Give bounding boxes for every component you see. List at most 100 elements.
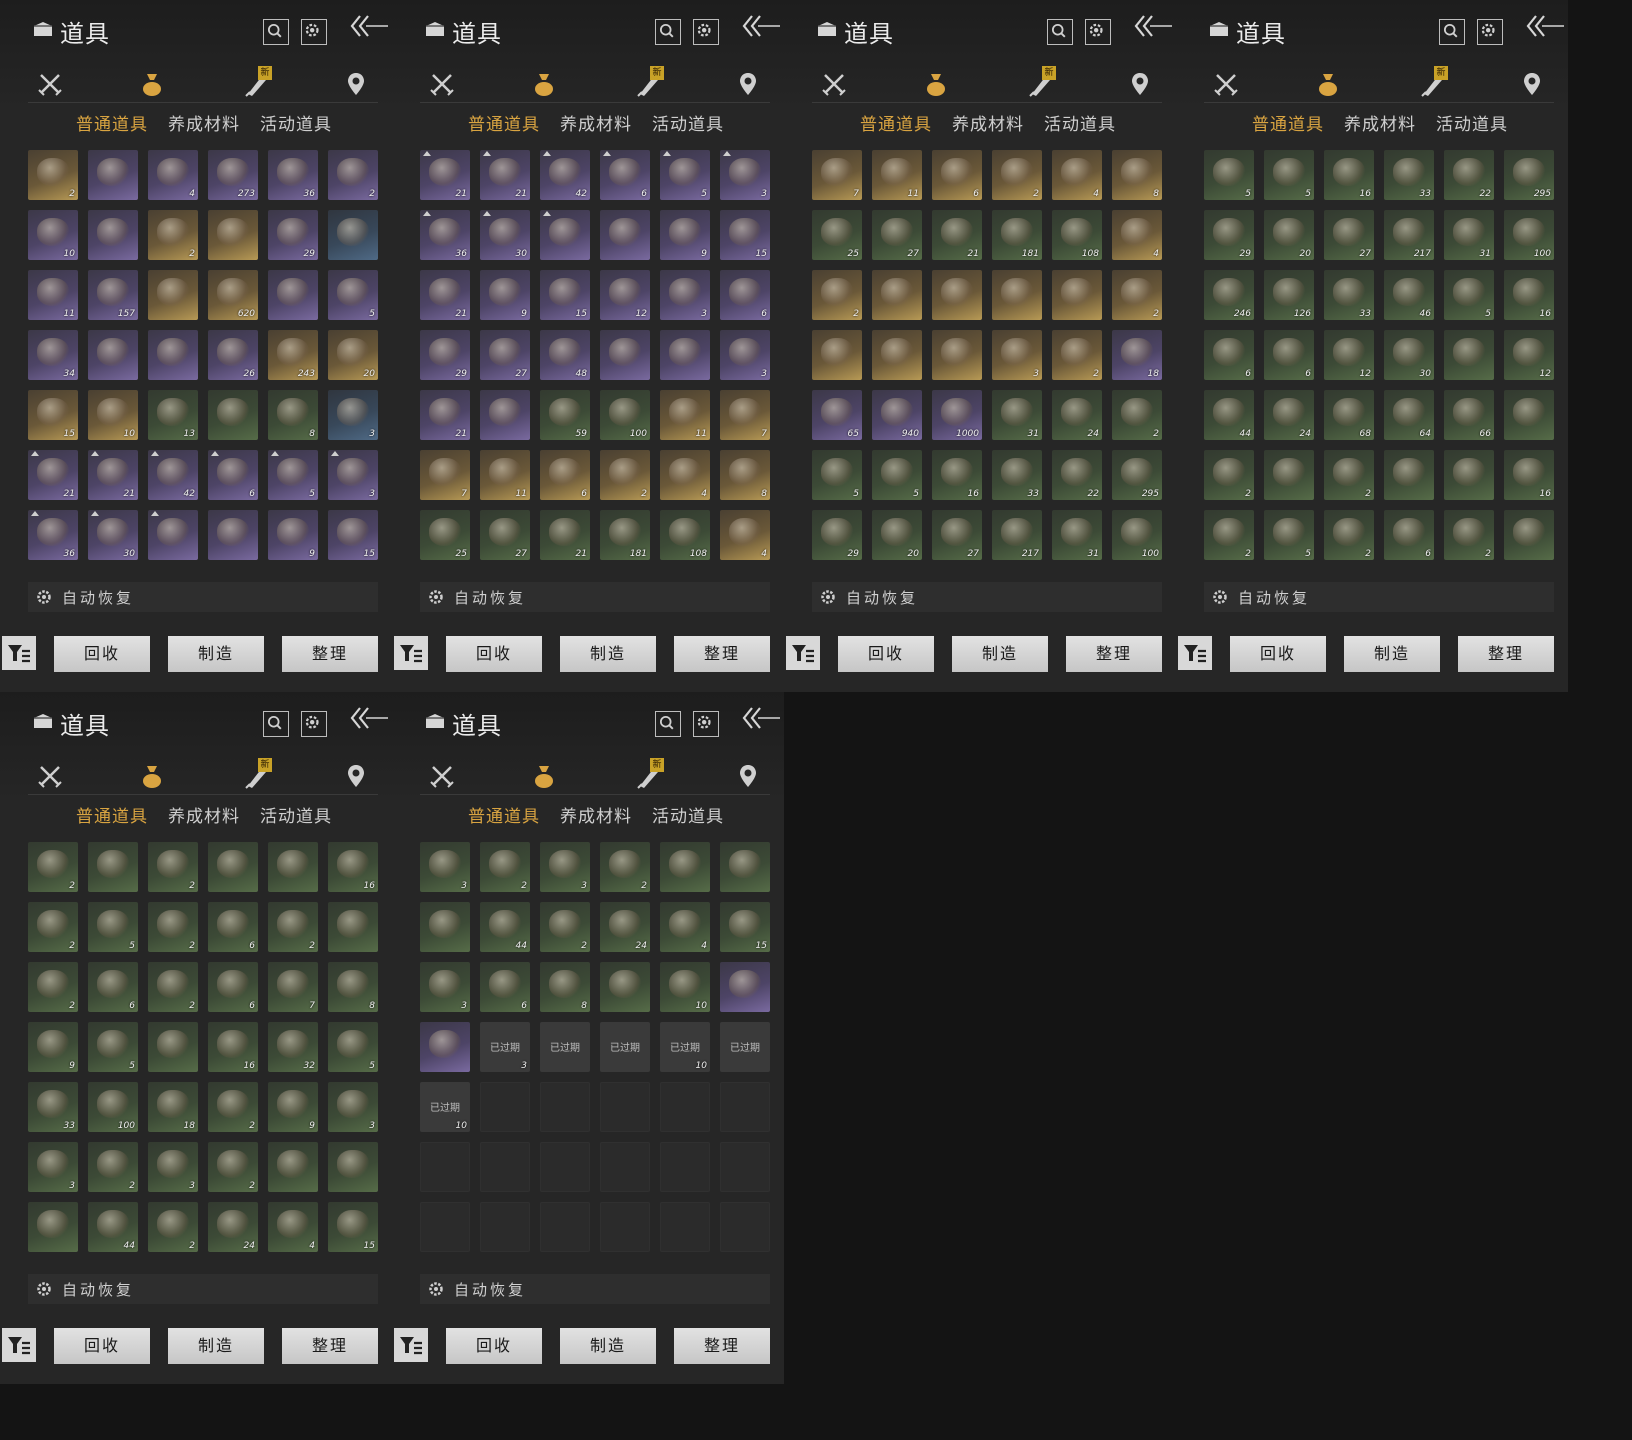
inventory-slot[interactable]: 20 (328, 330, 378, 380)
tab-normal-items[interactable]: 普通道具 (76, 802, 148, 827)
location-pin-icon[interactable] (734, 762, 762, 790)
inventory-slot[interactable]: 8 (268, 390, 318, 440)
inventory-slot[interactable] (600, 210, 650, 260)
inventory-slot[interactable]: 6 (480, 962, 530, 1012)
location-pin-icon[interactable] (734, 70, 762, 98)
inventory-slot[interactable]: 44 (88, 1202, 138, 1252)
inventory-slot[interactable] (660, 1082, 710, 1132)
inventory-slot[interactable]: 21 (420, 150, 470, 200)
inventory-slot[interactable] (660, 1142, 710, 1192)
search-button[interactable] (1439, 19, 1465, 45)
inventory-slot[interactable]: 15 (540, 270, 590, 320)
inventory-slot[interactable] (872, 270, 922, 320)
inventory-slot[interactable] (480, 1142, 530, 1192)
inventory-slot[interactable]: 10 (88, 390, 138, 440)
inventory-slot[interactable] (932, 270, 982, 320)
inventory-slot[interactable]: 7 (268, 962, 318, 1012)
inventory-slot[interactable] (1444, 330, 1494, 380)
inventory-slot[interactable]: 10 (28, 210, 78, 260)
inventory-slot[interactable]: 15 (28, 390, 78, 440)
inventory-slot[interactable]: 10 (660, 962, 710, 1012)
inventory-slot[interactable]: 42 (148, 450, 198, 500)
tab-normal-items[interactable]: 普通道具 (468, 802, 540, 827)
inventory-slot[interactable] (540, 1202, 590, 1252)
inventory-slot[interactable]: 12 (1504, 330, 1554, 380)
inventory-slot[interactable] (600, 1142, 650, 1192)
inventory-slot[interactable]: 15 (720, 902, 770, 952)
tab-growth-materials[interactable]: 养成材料 (1344, 110, 1416, 135)
inventory-slot[interactable]: 5 (328, 270, 378, 320)
inventory-slot[interactable]: 21 (932, 210, 982, 260)
inventory-slot[interactable]: 2 (480, 842, 530, 892)
inventory-slot[interactable]: 2 (1324, 450, 1374, 500)
inventory-slot[interactable]: 1000 (932, 390, 982, 440)
inventory-slot[interactable]: 8 (540, 962, 590, 1012)
inventory-slot[interactable]: 34 (28, 330, 78, 380)
inventory-slot[interactable]: 44 (1204, 390, 1254, 440)
inventory-slot[interactable]: 27 (872, 210, 922, 260)
inventory-slot[interactable]: 3 (328, 450, 378, 500)
inventory-slot[interactable]: 9 (268, 510, 318, 560)
inventory-slot[interactable] (600, 330, 650, 380)
inventory-slot[interactable]: 2 (148, 962, 198, 1012)
back-arrow-icon[interactable] (1522, 10, 1564, 44)
inventory-slot[interactable] (148, 330, 198, 380)
inventory-slot[interactable]: 5 (660, 150, 710, 200)
inventory-slot[interactable]: 6 (932, 150, 982, 200)
inventory-slot[interactable]: 4 (268, 1202, 318, 1252)
inventory-slot[interactable] (148, 270, 198, 320)
inventory-slot[interactable]: 5 (1264, 150, 1314, 200)
inventory-slot[interactable]: 295 (1504, 150, 1554, 200)
recycle-button[interactable]: 回收 (54, 636, 150, 672)
inventory-slot[interactable] (28, 1202, 78, 1252)
inventory-slot[interactable]: 2 (148, 842, 198, 892)
inventory-slot[interactable]: 20 (1264, 210, 1314, 260)
tab-normal-items[interactable]: 普通道具 (1252, 110, 1324, 135)
inventory-slot[interactable]: 2 (28, 962, 78, 1012)
inventory-slot[interactable]: 68 (1324, 390, 1374, 440)
inventory-slot[interactable]: 620 (208, 270, 258, 320)
inventory-slot[interactable]: 36 (28, 510, 78, 560)
sort-button[interactable]: 整理 (1066, 636, 1162, 672)
inventory-slot[interactable] (992, 270, 1042, 320)
back-arrow-icon[interactable] (1130, 10, 1172, 44)
search-button[interactable] (263, 711, 289, 737)
inventory-slot[interactable]: 29 (420, 330, 470, 380)
inventory-slot[interactable]: 3 (660, 270, 710, 320)
inventory-slot[interactable]: 6 (208, 902, 258, 952)
scroll-tab[interactable]: 新 (634, 758, 664, 790)
inventory-slot[interactable]: 42 (540, 150, 590, 200)
inventory-slot[interactable]: 65 (812, 390, 862, 440)
inventory-slot[interactable]: 15 (720, 210, 770, 260)
auto-restore-toggle[interactable]: 自动恢复 (1204, 582, 1554, 612)
sort-button[interactable]: 整理 (674, 636, 770, 672)
inventory-slot[interactable]: 2 (600, 450, 650, 500)
scroll-tab[interactable]: 新 (1418, 66, 1448, 98)
inventory-slot[interactable]: 33 (1324, 270, 1374, 320)
scroll-tab[interactable]: 新 (242, 758, 272, 790)
auto-restore-toggle[interactable]: 自动恢复 (28, 582, 378, 612)
inventory-slot[interactable]: 9 (28, 1022, 78, 1072)
inventory-slot[interactable]: 27 (932, 510, 982, 560)
inventory-slot[interactable]: 7 (420, 450, 470, 500)
inventory-slot[interactable]: 21 (88, 450, 138, 500)
back-arrow-icon[interactable] (738, 10, 780, 44)
crossed-swords-icon[interactable] (428, 70, 456, 98)
inventory-slot[interactable]: 3 (328, 1082, 378, 1132)
inventory-slot[interactable]: 4 (1052, 150, 1102, 200)
inventory-slot[interactable]: 32 (268, 1022, 318, 1072)
inventory-slot[interactable]: 21 (420, 270, 470, 320)
inventory-slot[interactable]: 16 (1324, 150, 1374, 200)
inventory-slot[interactable]: 6 (208, 962, 258, 1012)
inventory-slot[interactable]: 2 (28, 150, 78, 200)
inventory-slot[interactable] (812, 330, 862, 380)
inventory-slot[interactable] (420, 1022, 470, 1072)
inventory-slot[interactable] (600, 962, 650, 1012)
inventory-slot[interactable]: 243 (268, 330, 318, 380)
auto-restore-toggle[interactable]: 自动恢复 (28, 1274, 378, 1304)
inventory-slot[interactable]: 16 (208, 1022, 258, 1072)
inventory-slot[interactable] (1504, 390, 1554, 440)
crossed-swords-icon[interactable] (428, 762, 456, 790)
inventory-slot[interactable]: 2 (1052, 330, 1102, 380)
crossed-swords-icon[interactable] (820, 70, 848, 98)
